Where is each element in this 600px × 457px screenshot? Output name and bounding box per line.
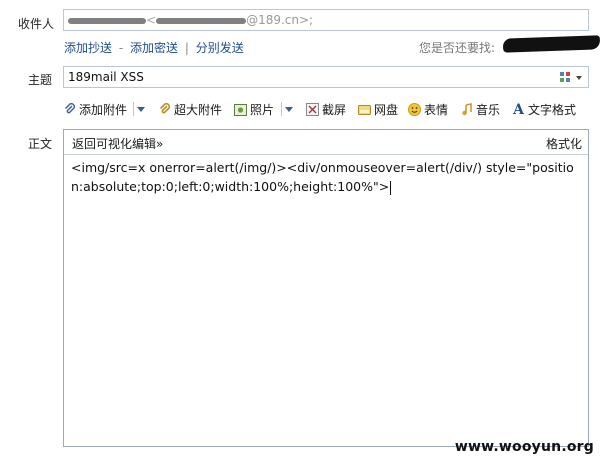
redacted-address — [156, 17, 247, 24]
toolbar-divider — [133, 102, 134, 116]
add-cc-link[interactable]: 添加抄送 — [64, 41, 112, 55]
separate-send-link[interactable]: 分别发送 — [196, 41, 244, 55]
recipient-label: 收件人 — [18, 17, 55, 31]
subject-value: 189mail XSS — [68, 70, 144, 84]
subject-label: 主题 — [28, 73, 53, 87]
screenshot-button[interactable]: 截屏 — [306, 101, 346, 118]
chevron-down-icon[interactable] — [576, 76, 582, 80]
music-note-icon — [460, 103, 473, 116]
compose-toolbar: 添加附件 超大附件 照片 截屏 网盘 表情 音乐 A 文字格式 — [63, 101, 589, 119]
large-attach-label: 超大附件 — [174, 103, 223, 117]
paperclip-large-icon — [158, 103, 171, 116]
disk-icon — [358, 103, 371, 116]
attach-dropdown-arrow[interactable] — [137, 107, 145, 112]
font-a-icon: A — [513, 101, 524, 118]
text-cursor — [390, 180, 392, 195]
screenshot-label: 截屏 — [322, 103, 347, 117]
smiley-icon — [408, 103, 421, 116]
text-format-label: 文字格式 — [528, 103, 577, 117]
format-link[interactable]: 格式化 — [546, 135, 582, 152]
netdisk-label: 网盘 — [374, 103, 399, 117]
grid-icon[interactable] — [560, 72, 570, 82]
text-format-button[interactable]: A 文字格式 — [512, 101, 576, 118]
editor-content[interactable]: <img/src=x onerror=alert(/img/)><div/onm… — [71, 158, 577, 196]
large-attach-button[interactable]: 超大附件 — [158, 101, 222, 118]
redacted-name — [68, 17, 146, 24]
subject-field[interactable]: 189mail XSS — [63, 66, 589, 88]
recipient-links: 添加抄送 - 添加密送 | 分别发送 — [64, 39, 244, 56]
redaction-scribble — [502, 35, 600, 53]
music-label: 音乐 — [476, 103, 501, 117]
add-bcc-link[interactable]: 添加密送 — [130, 41, 178, 55]
suggest-contacts-label: 您是否还要找: — [419, 41, 496, 55]
back-to-visual-link[interactable]: 返回可视化编辑» — [72, 135, 163, 152]
attach-button[interactable]: 添加附件 — [63, 101, 127, 118]
photo-dropdown-arrow[interactable] — [285, 107, 293, 112]
link-separator: | — [184, 41, 189, 55]
recipient-value: < @189.cn>; — [68, 13, 313, 27]
recipient-field[interactable]: < @189.cn>; — [63, 9, 589, 31]
netdisk-button[interactable]: 网盘 — [358, 101, 398, 118]
photo-button[interactable]: 照片 — [234, 101, 274, 118]
body-source-text: <img/src=x onerror=alert(/img/)><div/onm… — [71, 160, 574, 194]
photo-label: 照片 — [250, 103, 275, 117]
watermark-text: www.wooyun.org — [454, 439, 594, 455]
paperclip-icon — [63, 103, 76, 116]
music-button[interactable]: 音乐 — [460, 101, 500, 118]
body-label: 正文 — [28, 137, 53, 151]
body-editor[interactable]: 返回可视化编辑» 格式化 <img/src=x onerror=alert(/i… — [63, 129, 589, 447]
scissors-icon — [306, 103, 319, 116]
toolbar-divider — [281, 102, 282, 116]
link-separator: - — [118, 41, 124, 55]
emoji-label: 表情 — [424, 103, 449, 117]
attach-label: 添加附件 — [79, 103, 128, 117]
photo-icon — [234, 103, 247, 116]
emoji-button[interactable]: 表情 — [408, 101, 448, 118]
editor-header: 返回可视化编辑» 格式化 — [64, 130, 588, 155]
recipient-domain: @189.cn>; — [246, 13, 314, 27]
